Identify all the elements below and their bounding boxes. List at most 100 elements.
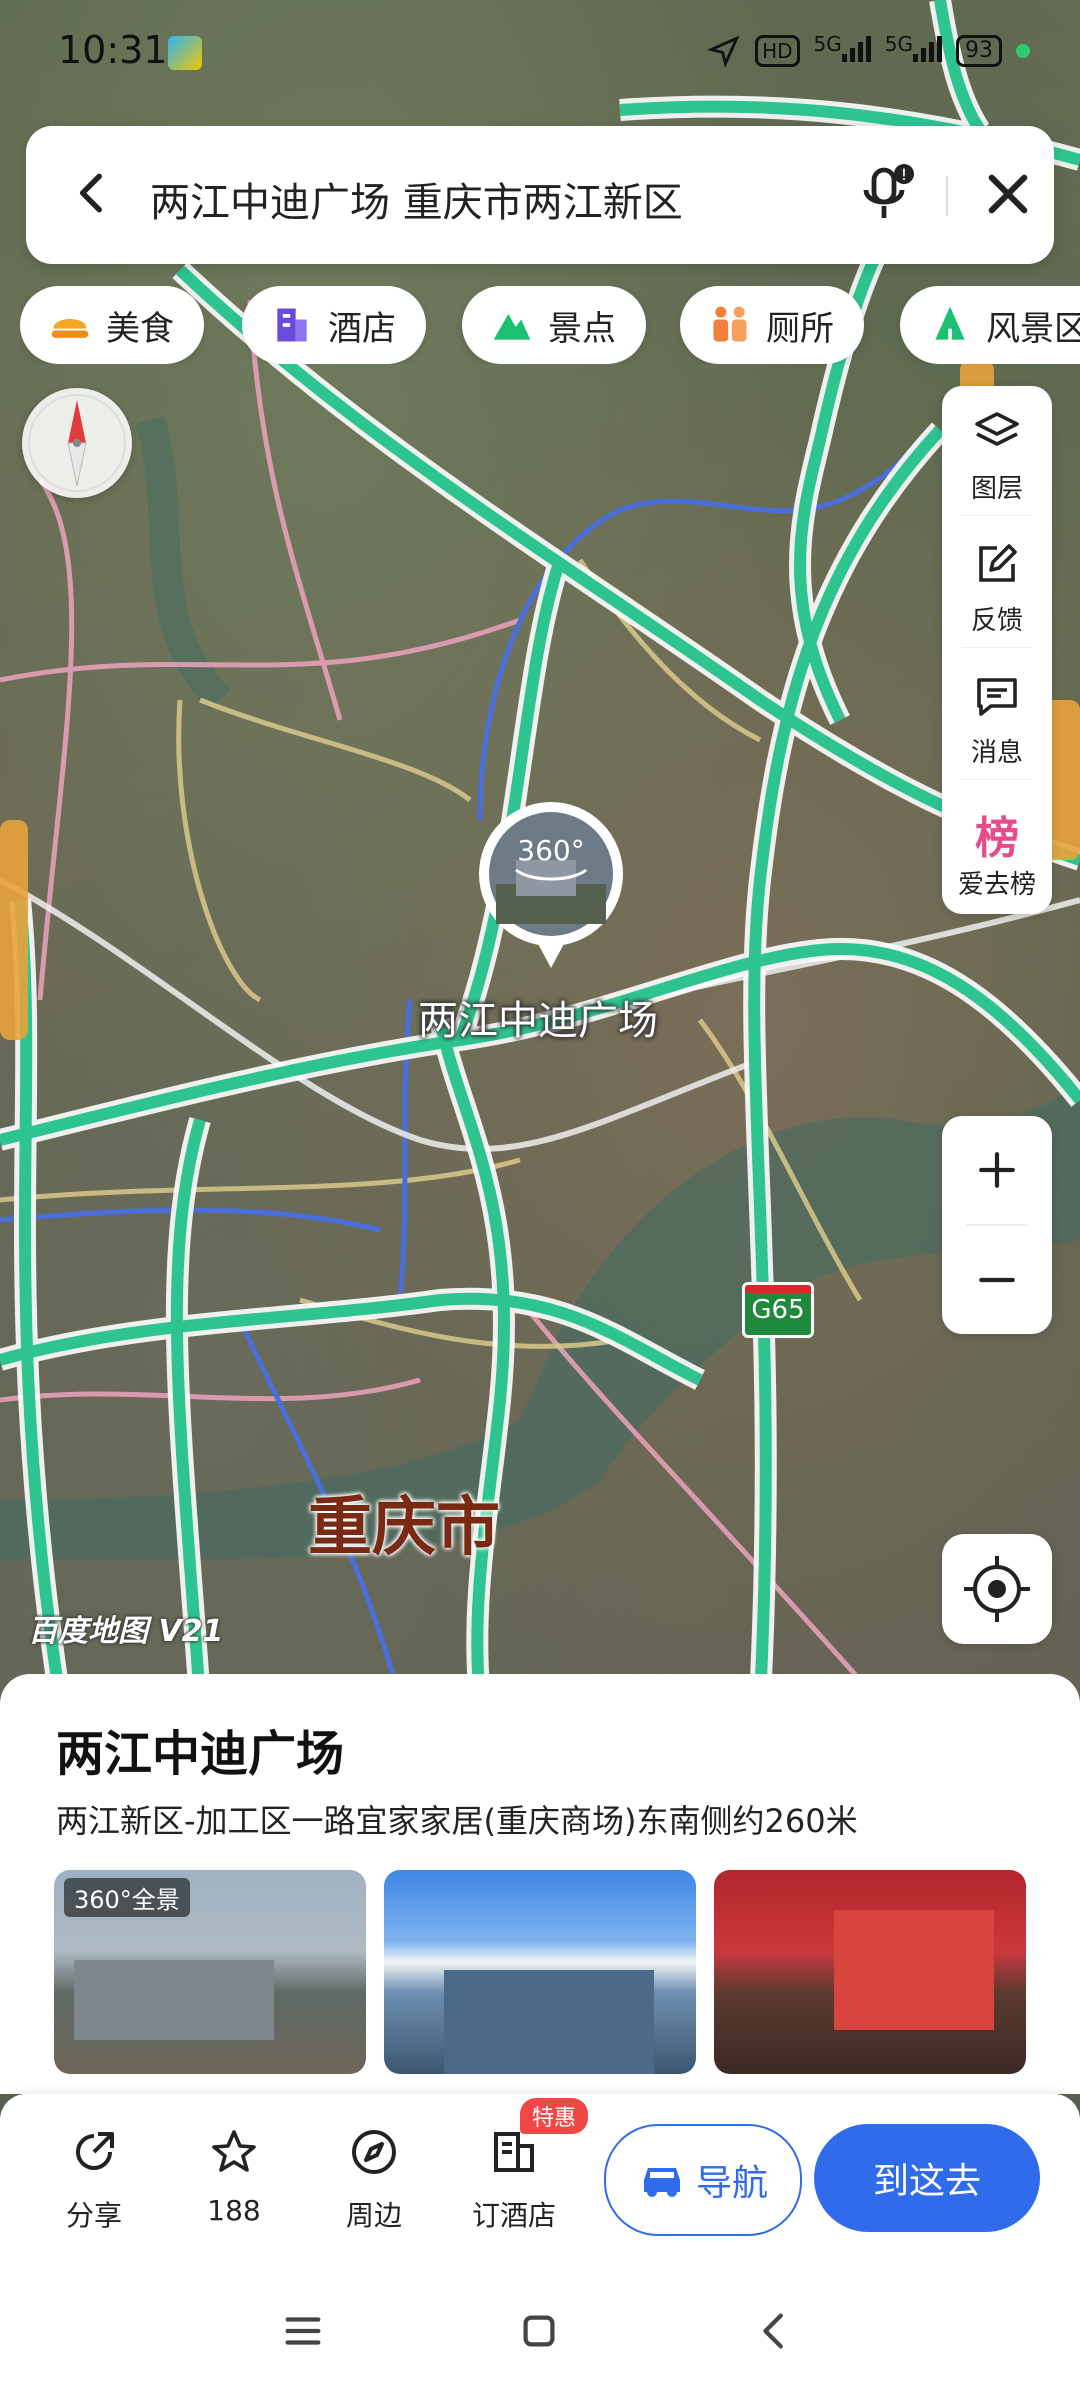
privacy-dot-icon	[1016, 43, 1030, 58]
panorama-360-icon: 360°	[479, 802, 623, 968]
hd-icon: HD	[755, 34, 800, 67]
nearby-button[interactable]: 周边	[314, 2122, 434, 2242]
search-divider	[946, 176, 948, 216]
search-bar[interactable]: 两江中迪广场 重庆市两江新区 !	[26, 126, 1054, 264]
status-bar: 10:31 HD 5G 5G 93	[0, 0, 1080, 100]
tool-divider	[962, 515, 1032, 516]
go-here-label: 到这去	[872, 2161, 981, 2202]
compass-nearby-icon	[352, 2130, 396, 2174]
search-query[interactable]: 两江中迪广场 重庆市两江新区	[150, 170, 683, 228]
layers-label: 图层	[970, 474, 1023, 504]
layers-icon	[975, 412, 1019, 446]
place-photo-building[interactable]	[384, 1870, 696, 2074]
chip-hotel[interactable]: 酒店	[242, 286, 426, 364]
message-icon	[977, 678, 1017, 716]
signal-5g-2: 5G	[885, 32, 942, 69]
home-icon[interactable]	[516, 2308, 562, 2354]
locate-me-button[interactable]	[942, 1534, 1052, 1644]
book-hotel-button[interactable]: 订酒店	[454, 2122, 574, 2242]
svg-text:!: !	[901, 165, 907, 184]
zoom-out-button[interactable]	[942, 1226, 1052, 1334]
locate-icon	[964, 1556, 1030, 1622]
special-offer-badge: 特惠	[520, 2098, 589, 2134]
play-store-icon	[168, 36, 202, 70]
nearby-label: 周边	[345, 2199, 402, 2232]
chip-label: 酒店	[328, 308, 396, 349]
share-icon	[76, 2132, 114, 2170]
feedback-button[interactable]: 反馈	[942, 518, 1052, 648]
messages-button[interactable]: 消息	[942, 650, 1052, 780]
minus-icon	[979, 1277, 1015, 1283]
feedback-edit-icon	[979, 544, 1017, 582]
highway-shield: G65	[742, 1282, 814, 1338]
layers-button[interactable]: 图层	[942, 386, 1052, 516]
city-map-label: 重庆市	[308, 1491, 500, 1565]
poi-map-label[interactable]: 两江中迪广场	[418, 988, 658, 1046]
navigate-label: 导航	[695, 2163, 768, 2204]
place-address: 两江新区-加工区一路宜家家居(重庆商场)东南侧约260米	[56, 1802, 858, 1840]
signal-label: 5G	[884, 32, 913, 56]
plus-icon	[979, 1152, 1015, 1188]
zoom-controls	[942, 1116, 1052, 1334]
signal-label: 5G	[813, 32, 842, 56]
chip-label: 风景区	[986, 308, 1080, 349]
map-tools-panel: 图层 反馈 消息 榜 爱去榜	[942, 386, 1052, 914]
place-photo-storefront[interactable]	[714, 1870, 1026, 2074]
microphone-icon[interactable]: !	[860, 162, 916, 226]
favorite-count: 188	[207, 2194, 261, 2227]
hotel-booking-icon	[494, 2132, 534, 2172]
car-icon	[643, 2168, 680, 2197]
menu-icon[interactable]	[280, 2308, 326, 2354]
chip-label: 美食	[106, 308, 174, 349]
ranking-button[interactable]: 榜 爱去榜	[942, 782, 1052, 912]
star-icon	[212, 2130, 256, 2172]
map-brand-watermark: 百度地图 V21	[28, 1614, 224, 1649]
signal-5g-1: 5G	[814, 32, 871, 69]
hotel-icon	[277, 308, 307, 342]
place-detail-sheet[interactable]: 两江中迪广场 两江新区-加工区一路宜家家居(重庆商场)东南侧约260米 360°…	[0, 1674, 1080, 2094]
favorite-button[interactable]: 188	[174, 2122, 294, 2242]
category-chips: 美食 酒店 景点 厕所 风景区	[20, 286, 1080, 364]
building-shape	[444, 1970, 654, 2074]
scenic-area-icon	[935, 306, 965, 340]
storefront-shape	[834, 1910, 994, 2030]
navigate-button[interactable]: 导航	[604, 2124, 802, 2236]
chip-label: 厕所	[766, 308, 834, 349]
go-here-button[interactable]: 到这去	[814, 2124, 1040, 2232]
chip-scenic[interactable]: 景点	[462, 286, 646, 364]
book-hotel-label: 订酒店	[471, 2199, 556, 2232]
compass-icon	[28, 394, 126, 492]
location-arrow-icon	[707, 34, 740, 68]
ranking-label: 爱去榜	[957, 870, 1036, 900]
zoom-in-button[interactable]	[942, 1116, 1052, 1224]
signal-bars-icon	[841, 32, 871, 62]
chip-label: 景点	[548, 308, 616, 349]
tool-divider	[962, 779, 1032, 780]
ranking-icon: 榜	[975, 813, 1019, 864]
panorama-pin[interactable]: 360°	[476, 800, 626, 970]
close-icon[interactable]	[980, 166, 1036, 222]
panorama-tag: 360°全景	[64, 1878, 190, 1917]
action-bar: 分享 188 周边 订酒店 特惠 导航 到这去	[0, 2094, 1080, 2264]
chip-toilet[interactable]: 厕所	[680, 286, 864, 364]
tool-divider	[962, 647, 1032, 648]
feedback-label: 反馈	[970, 606, 1023, 636]
compass[interactable]	[22, 388, 132, 498]
chip-food[interactable]: 美食	[20, 286, 204, 364]
food-icon	[51, 319, 89, 338]
toilet-icon	[713, 306, 747, 342]
share-button[interactable]: 分享	[34, 2122, 154, 2242]
pin-360-text: 360°	[517, 834, 584, 867]
scenic-icon	[493, 314, 531, 340]
system-navigation-bar	[0, 2264, 1080, 2400]
back-arrow-icon[interactable]	[68, 168, 118, 218]
status-time: 10:31	[58, 28, 168, 72]
place-photo-panorama[interactable]: 360°全景	[54, 1870, 366, 2074]
place-title: 两江中迪广场	[56, 1726, 345, 1782]
battery-level: 93	[956, 34, 1002, 67]
back-icon[interactable]	[752, 2308, 798, 2354]
messages-label: 消息	[970, 738, 1023, 768]
chip-scenic-area[interactable]: 风景区	[900, 286, 1080, 364]
signal-bars-icon	[913, 32, 942, 62]
share-label: 分享	[65, 2199, 122, 2232]
